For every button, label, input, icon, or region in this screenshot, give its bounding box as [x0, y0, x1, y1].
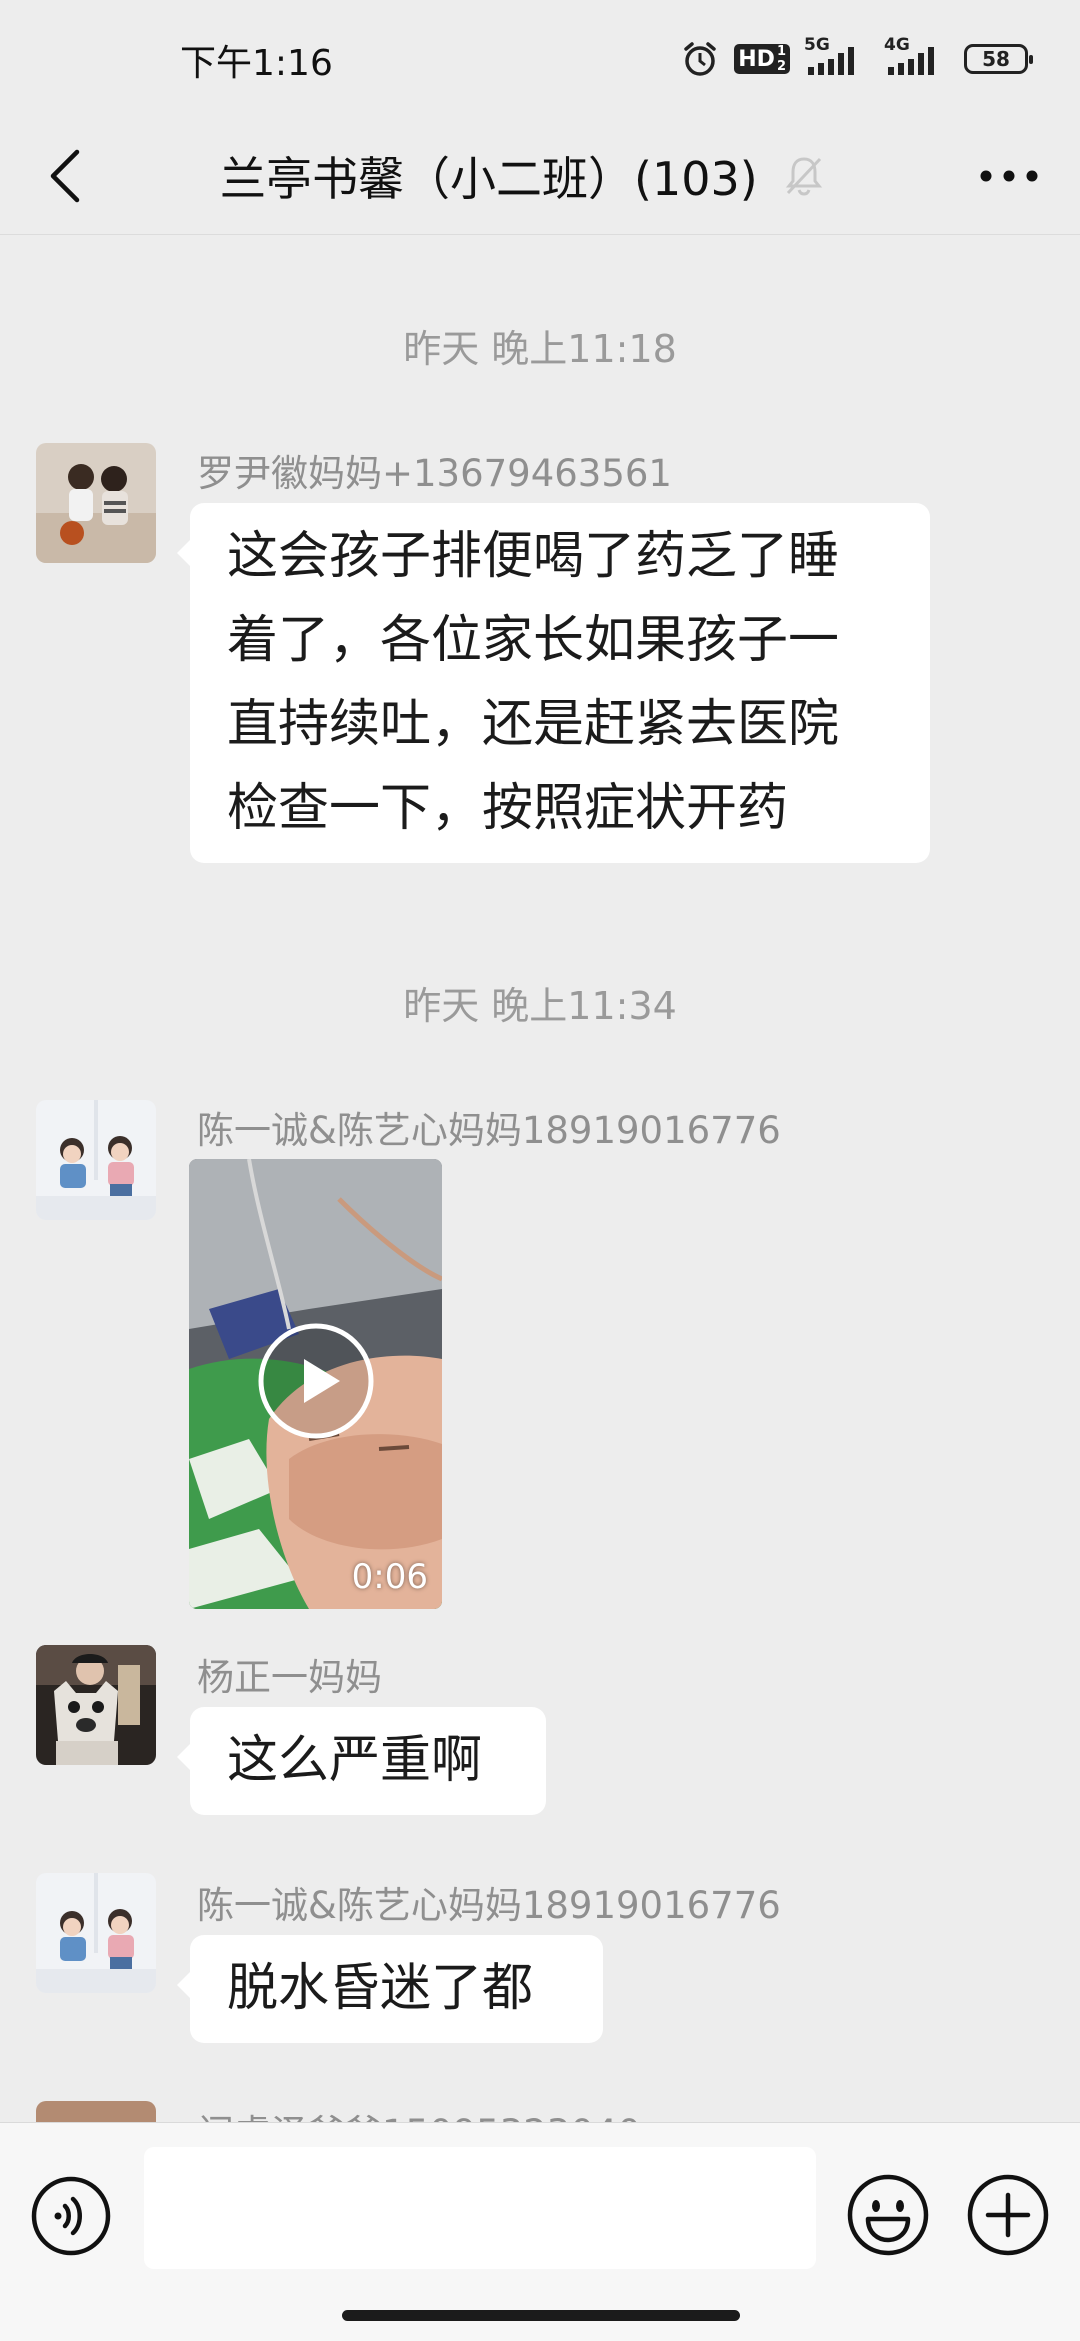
avatar[interactable] — [36, 1873, 156, 1993]
timestamp: 昨天 晚上11:18 — [403, 327, 677, 371]
back-button[interactable] — [40, 138, 90, 214]
sender-name: 罗尹徽妈妈+13679463561 — [197, 452, 672, 495]
sender-name: 陈一诚&陈艺心妈妈18919016776 — [197, 1884, 781, 1927]
video-duration: 0:06 — [351, 1557, 428, 1597]
mute-bell-icon — [785, 157, 822, 196]
voice-icon[interactable] — [30, 2175, 112, 2257]
home-indicator[interactable] — [342, 2310, 740, 2321]
message-bubble[interactable]: 这么严重啊 — [177, 1707, 546, 1815]
message-input[interactable] — [144, 2147, 816, 2269]
input-bar — [0, 2122, 1080, 2341]
message-bubble[interactable]: 脱水昏迷了都 — [177, 1935, 603, 2043]
status-icons: HD 1 2 5G 4G 58 — [680, 35, 1033, 82]
status-bar: 下午1:16 HD 1 2 5G 4G 58 — [0, 0, 1080, 118]
chat-header: 兰亭书馨（小二班）(103) — [0, 118, 1080, 235]
timestamp: 昨天 晚上11:34 — [403, 984, 677, 1028]
chat-title: 兰亭书馨（小二班）(103) — [220, 152, 758, 206]
avatar[interactable] — [36, 443, 156, 563]
title-wrap: 兰亭书馨（小二班）(103) — [220, 136, 824, 216]
message-text-line: 这会孩子排便喝了药乏了睡 — [227, 527, 840, 586]
battery-icon: 58 — [964, 44, 1033, 74]
sender-name: 杨正一妈妈 — [197, 1656, 382, 1699]
message-bubble[interactable]: 这会孩子排便喝了药乏了睡 着了，各位家长如果孩子一 直持续吐，还是赶紧去医院 检… — [177, 503, 930, 863]
signal-4g-icon: 4G — [884, 35, 950, 79]
signal-5g-icon: 5G — [804, 35, 870, 79]
message-text-line: 着了，各位家长如果孩子一 — [227, 611, 840, 670]
plus-icon[interactable] — [966, 2173, 1050, 2257]
more-options-button[interactable] — [974, 148, 1044, 204]
message-list[interactable]: 昨天 晚上11:18 罗尹徽妈妈+13679463561 这会孩子排便喝了药乏了… — [0, 235, 1080, 2125]
hd-badge: HD 1 2 — [734, 44, 790, 74]
status-time: 下午1:16 — [180, 43, 333, 84]
message-text-line: 直持续吐，还是赶紧去医院 — [227, 695, 840, 754]
back-icon — [50, 149, 80, 203]
message-text-line: 脱水昏迷了都 — [227, 1959, 534, 2018]
play-icon[interactable] — [256, 1321, 376, 1441]
message-text-line: 检查一下，按照症状开药 — [227, 779, 789, 838]
message-text-line: 这么严重啊 — [227, 1731, 483, 1790]
emoji-icon[interactable] — [846, 2173, 930, 2257]
sender-name: 陈一诚&陈艺心妈妈18919016776 — [197, 1109, 781, 1152]
more-icon — [980, 170, 1038, 182]
alarm-icon — [680, 39, 720, 79]
avatar[interactable] — [36, 1645, 156, 1765]
video-message[interactable]: 0:06 — [189, 1159, 442, 1609]
avatar[interactable] — [36, 1100, 156, 1220]
